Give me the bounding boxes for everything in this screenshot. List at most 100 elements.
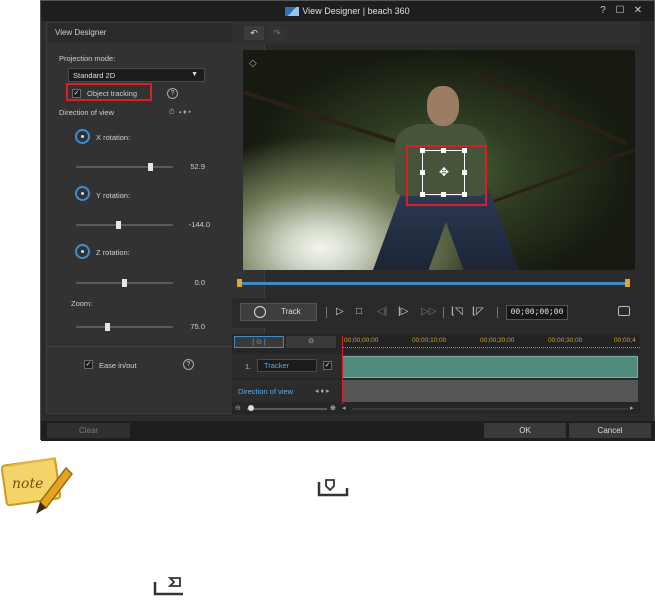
add-keyframe-icon[interactable]: ♦ <box>183 109 187 116</box>
z-rotation-icon <box>75 244 90 259</box>
projection-mode-select[interactable]: Standard 2D ▼ <box>68 68 205 82</box>
z-rotation-thumb[interactable] <box>122 279 127 287</box>
tracker-name[interactable]: Tracker <box>257 359 317 372</box>
object-tracking-checkbox[interactable]: ✓ <box>72 89 81 98</box>
resize-handle[interactable] <box>441 148 446 153</box>
nav-arrows-icon[interactable]: ◇ <box>249 58 257 69</box>
scrub-start-marker[interactable] <box>237 279 242 287</box>
zoom-thumb[interactable] <box>105 323 110 331</box>
mark-in-icon[interactable]: ⌊◹ <box>451 307 463 317</box>
playhead[interactable] <box>342 336 343 404</box>
x-rotation-slider[interactable] <box>76 166 173 168</box>
y-rotation-icon <box>75 186 90 201</box>
resize-handle[interactable] <box>420 148 425 153</box>
direction-row-label: Direction of view <box>238 387 294 396</box>
track-button-label: Track <box>281 307 301 316</box>
object-tracking-help-icon[interactable]: ? <box>167 88 178 99</box>
z-rotation-value: 0.0 <box>194 278 205 287</box>
projection-mode-label: Projection mode: <box>59 54 116 63</box>
tracker-clip[interactable] <box>342 356 638 378</box>
timeline-zoom-slider[interactable] <box>247 408 327 410</box>
x-rotation-thumb[interactable] <box>148 163 153 171</box>
timeline-ruler[interactable]: 00;00;00;00 00;00;10;00 00;00;20;00 00;0… <box>342 336 640 348</box>
right-panel: ↶ ↷ ◇ ✥ Track ▷ □ ◁| |▷ ▷▷ ⌊◹ ⌊◸ 00;00;0… <box>232 22 640 414</box>
tree-branch <box>492 148 635 203</box>
ruler-label: 00;00;30;00 <box>548 337 583 344</box>
direction-of-view-label: Direction of view <box>59 108 115 117</box>
svg-text:note: note <box>12 476 43 492</box>
zoom-slider[interactable] <box>76 326 173 328</box>
chevron-down-icon: ▼ <box>191 71 198 78</box>
close-button[interactable]: ✕ <box>631 4 645 18</box>
ease-in-out-checkbox[interactable]: ✓ <box>84 360 93 369</box>
ruler-label: 00;00;00;00 <box>344 337 379 344</box>
stop-icon[interactable]: □ <box>356 307 362 317</box>
keyframe-controls[interactable]: ⏱ ◂ ♦ ▸ <box>169 109 191 117</box>
scrub-bar[interactable] <box>237 282 629 285</box>
prev-keyframe-icon[interactable]: ◂ <box>178 109 181 116</box>
scrub-end-marker[interactable] <box>625 279 630 287</box>
x-rotation-value: 52.9 <box>190 162 205 171</box>
move-icon[interactable]: ✥ <box>437 165 451 179</box>
object-tracking-label: Object tracking <box>87 89 138 98</box>
zoom-value: 75.0 <box>190 322 205 331</box>
row-index: 1. <box>245 362 252 371</box>
track-button[interactable]: Track <box>240 303 317 321</box>
maximize-button[interactable]: ☐ <box>613 4 627 18</box>
ease-help-icon[interactable]: ? <box>183 359 194 370</box>
ok-button[interactable]: OK <box>484 423 566 438</box>
z-rotation-label: Z rotation: <box>96 248 130 257</box>
separator <box>443 307 444 318</box>
cancel-button[interactable]: Cancel <box>569 423 651 438</box>
timeline-zoom-thumb[interactable] <box>248 405 254 411</box>
ruler-label: 00;00;4 <box>614 337 636 344</box>
direction-clip[interactable] <box>342 380 638 402</box>
timecode-display[interactable]: 00;00;00;00 <box>506 305 568 320</box>
resize-handle[interactable] <box>420 192 425 197</box>
keyframe-tab[interactable]: ⊙ <box>286 336 336 348</box>
prev-frame-icon[interactable]: ◁| <box>377 307 387 317</box>
y-rotation-label: Y rotation: <box>96 191 131 200</box>
fast-forward-icon[interactable]: ▷▷ <box>421 307 436 317</box>
undo-toolbar: ↶ ↷ <box>232 22 640 44</box>
tracker-checkbox[interactable]: ✓ <box>323 361 332 370</box>
x-rotation-label: X rotation: <box>96 133 131 142</box>
ease-in-out-label: Ease in/out <box>99 361 137 370</box>
resize-handle[interactable] <box>441 192 446 197</box>
next-frame-icon[interactable]: |▷ <box>398 307 408 317</box>
window-title: View Designer | beach 360 <box>41 6 654 17</box>
play-icon[interactable]: ▷ <box>336 307 344 317</box>
y-rotation-slider[interactable] <box>76 224 173 226</box>
timeline-scrollbar[interactable] <box>352 408 628 410</box>
note-icon: note <box>0 457 73 514</box>
zoom-label: Zoom: <box>71 299 93 308</box>
target-icon <box>254 306 266 318</box>
resize-handle[interactable] <box>462 148 467 153</box>
fit-tab[interactable]: | ⊙ | <box>234 336 284 348</box>
zoom-in-icon[interactable]: ⊕ <box>330 404 336 412</box>
row-keyframe-controls[interactable]: ◂ ♦ ▸ <box>315 387 330 395</box>
app-logo-icon <box>285 7 300 17</box>
redo-button[interactable]: ↷ <box>267 26 287 40</box>
tree-branch <box>243 90 396 144</box>
project-name: beach 360 <box>367 6 410 16</box>
help-button[interactable]: ? <box>596 4 610 18</box>
zoom-out-icon[interactable]: ⊖ <box>235 404 241 412</box>
y-rotation-thumb[interactable] <box>116 221 121 229</box>
title-bar: View Designer | beach 360 ? ☐ ✕ <box>41 1 654 21</box>
video-preview[interactable]: ◇ ✥ <box>243 50 635 270</box>
title-separator: | <box>362 6 366 16</box>
undo-button[interactable]: ↶ <box>244 26 264 40</box>
mark-out-icon[interactable]: ⌊◸ <box>472 307 484 317</box>
x-rotation-icon <box>75 129 90 144</box>
next-keyframe-icon[interactable]: ▸ <box>189 109 192 116</box>
timeline: | ⊙ | ⊙ 00;00;00;00 00;00;10;00 00;00;20… <box>232 334 640 414</box>
clear-button[interactable]: Clear <box>47 423 130 438</box>
resize-handle[interactable] <box>462 170 467 175</box>
snapshot-icon[interactable] <box>618 306 630 316</box>
resize-handle[interactable] <box>420 170 425 175</box>
scroll-right-icon[interactable]: ▸ <box>630 404 634 412</box>
resize-handle[interactable] <box>462 192 467 197</box>
stopwatch-icon[interactable]: ⏱ <box>169 109 174 116</box>
scroll-left-icon[interactable]: ◂ <box>342 404 346 412</box>
